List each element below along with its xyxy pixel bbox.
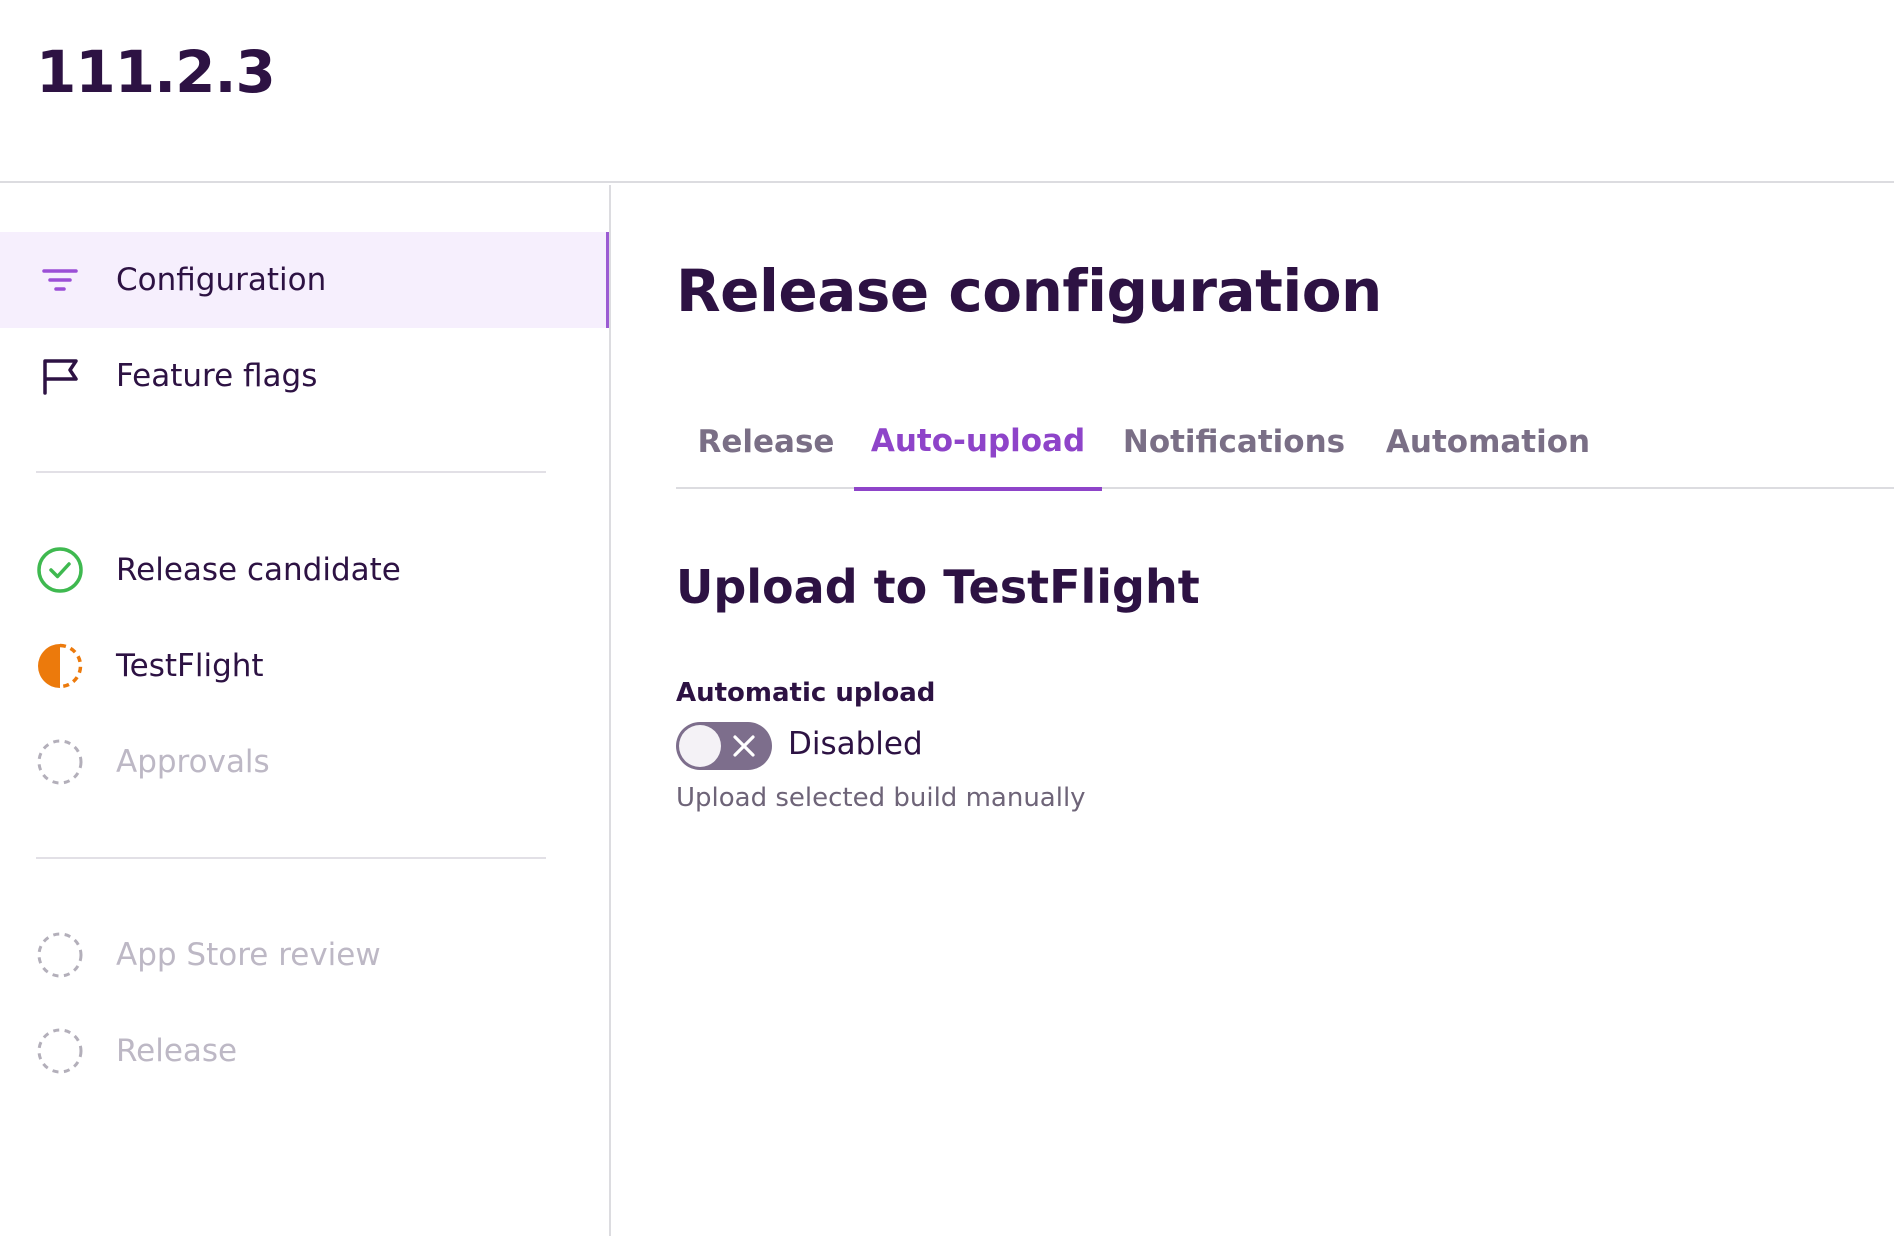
sidebar-divider [36,471,546,473]
sidebar-item-label: Feature flags [116,358,318,394]
sidebar: Configuration Feature flags Release cand… [0,185,611,1236]
top-bar: 111.2.3 [0,0,1894,183]
sidebar-item-label: App Store review [116,937,381,973]
filter-lines-icon [36,256,84,304]
toggle-state-text: Disabled [788,726,923,762]
sidebar-item-configuration[interactable]: Configuration [0,232,609,328]
automatic-upload-label: Automatic upload [676,678,936,708]
release-version-title: 111.2.3 [36,38,276,106]
tab-release[interactable]: Release [676,395,856,489]
tab-bar: Release Auto-upload Notifications Automa… [676,395,1894,491]
sidebar-item-testflight[interactable]: TestFlight [0,618,609,714]
automatic-upload-help-text: Upload selected build manually [676,783,1086,813]
close-icon [732,734,756,758]
sidebar-item-feature-flags[interactable]: Feature flags [0,328,609,424]
toggle-knob [679,725,721,767]
flag-icon [36,352,84,400]
tab-notifications[interactable]: Notifications [1102,395,1366,489]
sidebar-item-label: Approvals [116,744,270,780]
automatic-upload-toggle[interactable] [676,722,772,770]
main-content: Release configuration Release Auto-uploa… [676,185,1894,1236]
sidebar-item-label: Configuration [116,262,327,298]
tab-auto-upload[interactable]: Auto-upload [854,395,1102,491]
dashed-circle-icon [36,1027,84,1075]
tab-automation[interactable]: Automation [1366,395,1610,489]
sidebar-divider [36,857,546,859]
page-title: Release configuration [676,257,1382,325]
sidebar-item-approvals[interactable]: Approvals [0,714,609,810]
half-circle-icon [36,642,84,690]
sidebar-item-release-candidate[interactable]: Release candidate [0,522,609,618]
check-circle-icon [36,546,84,594]
sidebar-item-release[interactable]: Release [0,1003,609,1099]
sidebar-item-label: Release candidate [116,552,401,588]
section-title: Upload to TestFlight [676,560,1200,614]
sidebar-item-app-store-review[interactable]: App Store review [0,907,609,1003]
dashed-circle-icon [36,931,84,979]
sidebar-item-label: Release [116,1033,238,1069]
dashed-circle-icon [36,738,84,786]
sidebar-item-label: TestFlight [116,648,264,684]
